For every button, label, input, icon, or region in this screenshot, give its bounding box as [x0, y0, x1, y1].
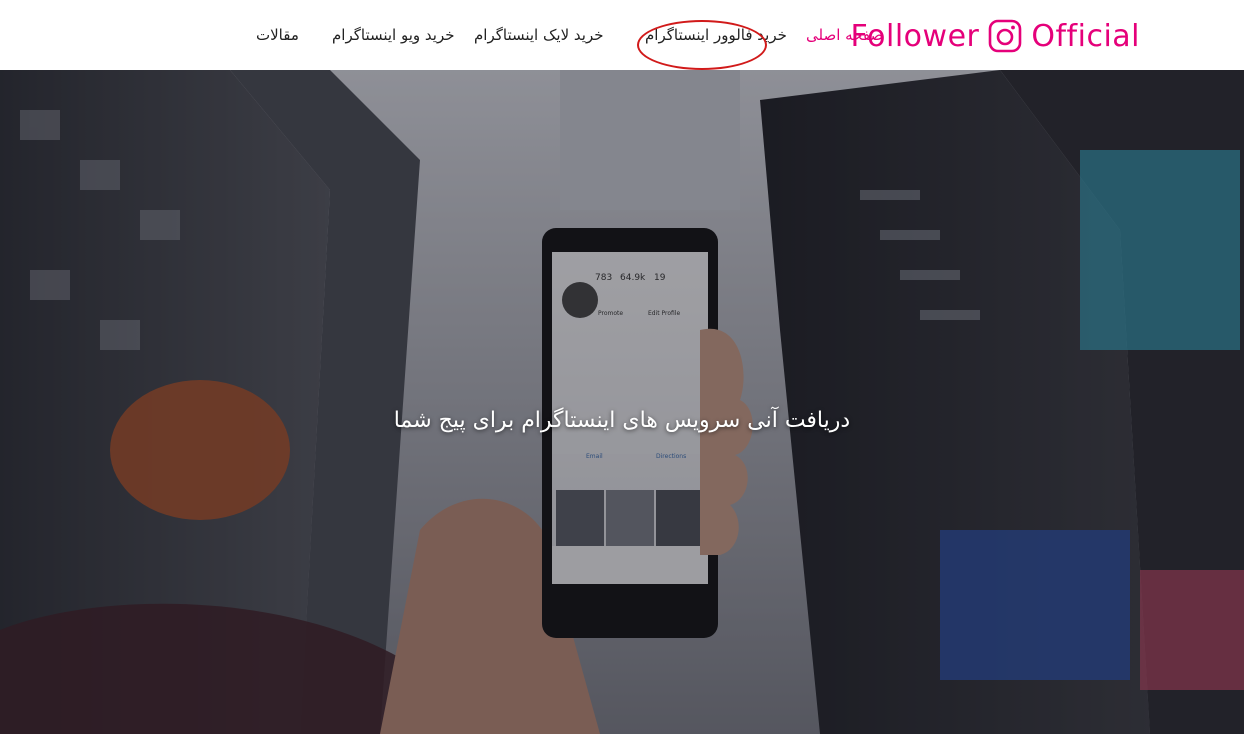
nav-articles[interactable]: مقالات	[256, 26, 299, 44]
nav-home[interactable]: صفحه اصلی	[806, 26, 883, 44]
site-header: Official Follower صفحه اصلی خرید فالوور …	[0, 0, 1244, 70]
logo-word-right: Official	[1031, 18, 1140, 54]
hero-banner: 783 64.9k 19 Promote Edit Profile Email …	[0, 70, 1244, 734]
nav-buy-views[interactable]: خرید ویو اینستاگرام	[332, 26, 455, 44]
instagram-icon	[987, 18, 1023, 54]
hero-dark-overlay	[0, 70, 1244, 734]
nav-buy-likes[interactable]: خرید لایک اینستاگرام	[474, 26, 604, 44]
nav-buy-followers[interactable]: خرید فالوور اینستاگرام	[645, 26, 787, 44]
site-logo[interactable]: Official Follower	[850, 14, 1140, 58]
hero-headline: دریافت آنی سرویس های اینستاگرام برای پیج…	[393, 408, 851, 433]
